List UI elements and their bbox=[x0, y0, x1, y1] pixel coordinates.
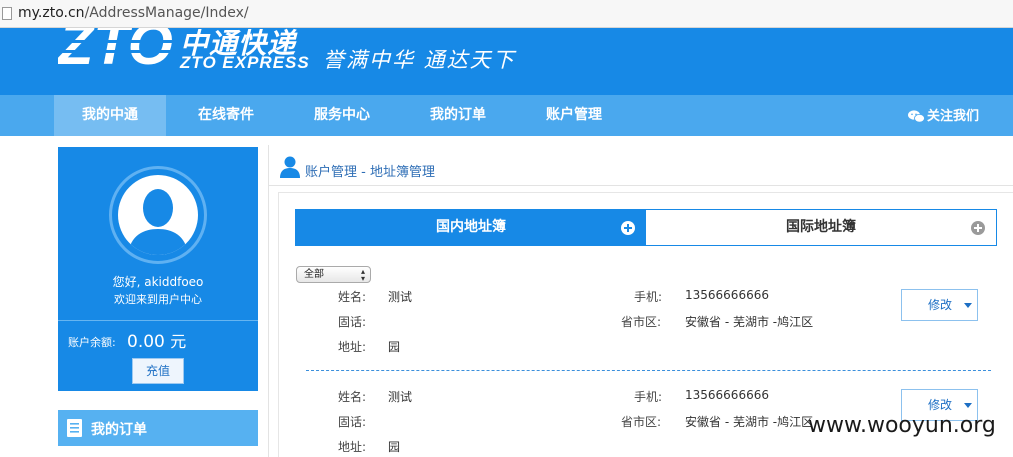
region-value: 安徽省 - 芜湖市 -鸠江区 bbox=[685, 415, 814, 429]
address-bar[interactable]: my.zto.cn/AddressManage/Index/ bbox=[0, 0, 1013, 28]
region-label: 省市区: bbox=[621, 415, 662, 429]
greeting-text: 您好, akiddfoeo bbox=[112, 275, 204, 289]
name-value: 测试 bbox=[388, 390, 413, 404]
welcome-text: 欢迎来到用户中心 bbox=[114, 293, 202, 306]
caret-down-icon bbox=[964, 303, 972, 308]
region-label: 省市区: bbox=[621, 315, 662, 329]
url-text[interactable]: my.zto.cn/AddressManage/Index/ bbox=[18, 5, 249, 21]
filter-selected-value: 全部 bbox=[304, 269, 324, 280]
main-nav: 我的中通 在线寄件 服务中心 我的订单 账户管理 关注我们 bbox=[0, 95, 1013, 136]
page-icon bbox=[2, 7, 12, 20]
profile-divider bbox=[58, 320, 258, 321]
recharge-button[interactable]: 充值 bbox=[132, 358, 184, 384]
name-label: 姓名: bbox=[338, 390, 367, 404]
nav-item-online-shipping[interactable]: 在线寄件 bbox=[170, 95, 282, 136]
nav-item-account[interactable]: 账户管理 bbox=[518, 95, 630, 136]
balance-label: 账户余额: bbox=[68, 336, 116, 349]
nav-item-service-center[interactable]: 服务中心 bbox=[286, 95, 398, 136]
address-label: 地址: bbox=[338, 440, 367, 454]
address-value: 园 bbox=[388, 440, 401, 454]
balance-value: 0.00 bbox=[127, 332, 165, 352]
user-silhouette-icon bbox=[128, 189, 188, 255]
site-header: ZTO 中通快递 ZTO EXPRESS 誉满中华 通达天下 bbox=[0, 28, 1013, 95]
slogan: 誉满中华 通达天下 bbox=[323, 48, 516, 72]
content-divider bbox=[268, 145, 269, 457]
breadcrumb-text: 账户管理 - 地址簿管理 bbox=[305, 165, 435, 180]
address-book-tabs: 国内地址簿 国际地址簿 bbox=[295, 209, 997, 246]
wechat-icon bbox=[907, 110, 925, 123]
phone-label: 固话: bbox=[338, 415, 367, 429]
address-value: 园 bbox=[388, 340, 401, 354]
balance-amount: 0.00 元 bbox=[127, 328, 186, 352]
region-value: 安徽省 - 芜湖市 -鸠江区 bbox=[685, 315, 814, 329]
caret-down-icon bbox=[964, 403, 972, 408]
name-value: 测试 bbox=[388, 290, 413, 304]
edit-label: 修改 bbox=[928, 298, 953, 312]
add-international-icon[interactable] bbox=[971, 221, 985, 235]
tab-international-label: 国际地址簿 bbox=[786, 219, 856, 235]
nav-item-my-zto[interactable]: 我的中通 bbox=[54, 95, 166, 136]
address-filter-select[interactable]: 全部 ▴ ▾ bbox=[296, 266, 371, 283]
avatar[interactable] bbox=[109, 166, 207, 264]
zto-logo-icon[interactable]: ZTO bbox=[58, 28, 178, 95]
address-label: 地址: bbox=[338, 340, 367, 354]
user-icon bbox=[280, 156, 300, 178]
user-profile-panel: 您好, akiddfoeo 欢迎来到用户中心 账户余额: 0.00 元 充值 bbox=[58, 147, 258, 391]
mobile-value: 13566666666 bbox=[685, 388, 769, 402]
add-domestic-icon[interactable] bbox=[621, 221, 635, 235]
watermark: www.wooyun.org bbox=[808, 413, 996, 438]
nav-item-my-orders[interactable]: 我的订单 bbox=[402, 95, 514, 136]
follow-us-label: 关注我们 bbox=[926, 109, 979, 124]
sidebar-item-label: 我的订单 bbox=[91, 422, 147, 438]
name-label: 姓名: bbox=[338, 290, 367, 304]
follow-us-link[interactable]: 关注我们 bbox=[907, 95, 979, 136]
sidebar-item-my-orders[interactable]: 我的订单 bbox=[58, 410, 258, 446]
mobile-value: 13566666666 bbox=[685, 288, 769, 302]
select-arrows-icon: ▴ ▾ bbox=[360, 267, 365, 283]
tab-domestic[interactable]: 国内地址簿 bbox=[296, 210, 646, 245]
mobile-label: 手机: bbox=[634, 390, 663, 404]
edit-address-button[interactable]: 修改 bbox=[901, 289, 978, 321]
document-icon bbox=[67, 419, 82, 437]
balance-unit: 元 bbox=[170, 332, 187, 351]
entry-separator bbox=[306, 370, 991, 371]
tab-domestic-label: 国内地址簿 bbox=[436, 219, 506, 235]
phone-label: 固话: bbox=[338, 315, 367, 329]
header-divider bbox=[268, 185, 1013, 186]
mobile-label: 手机: bbox=[634, 290, 663, 304]
logo-english-text: ZTO EXPRESS bbox=[180, 53, 310, 72]
tab-international[interactable]: 国际地址簿 bbox=[646, 210, 996, 245]
